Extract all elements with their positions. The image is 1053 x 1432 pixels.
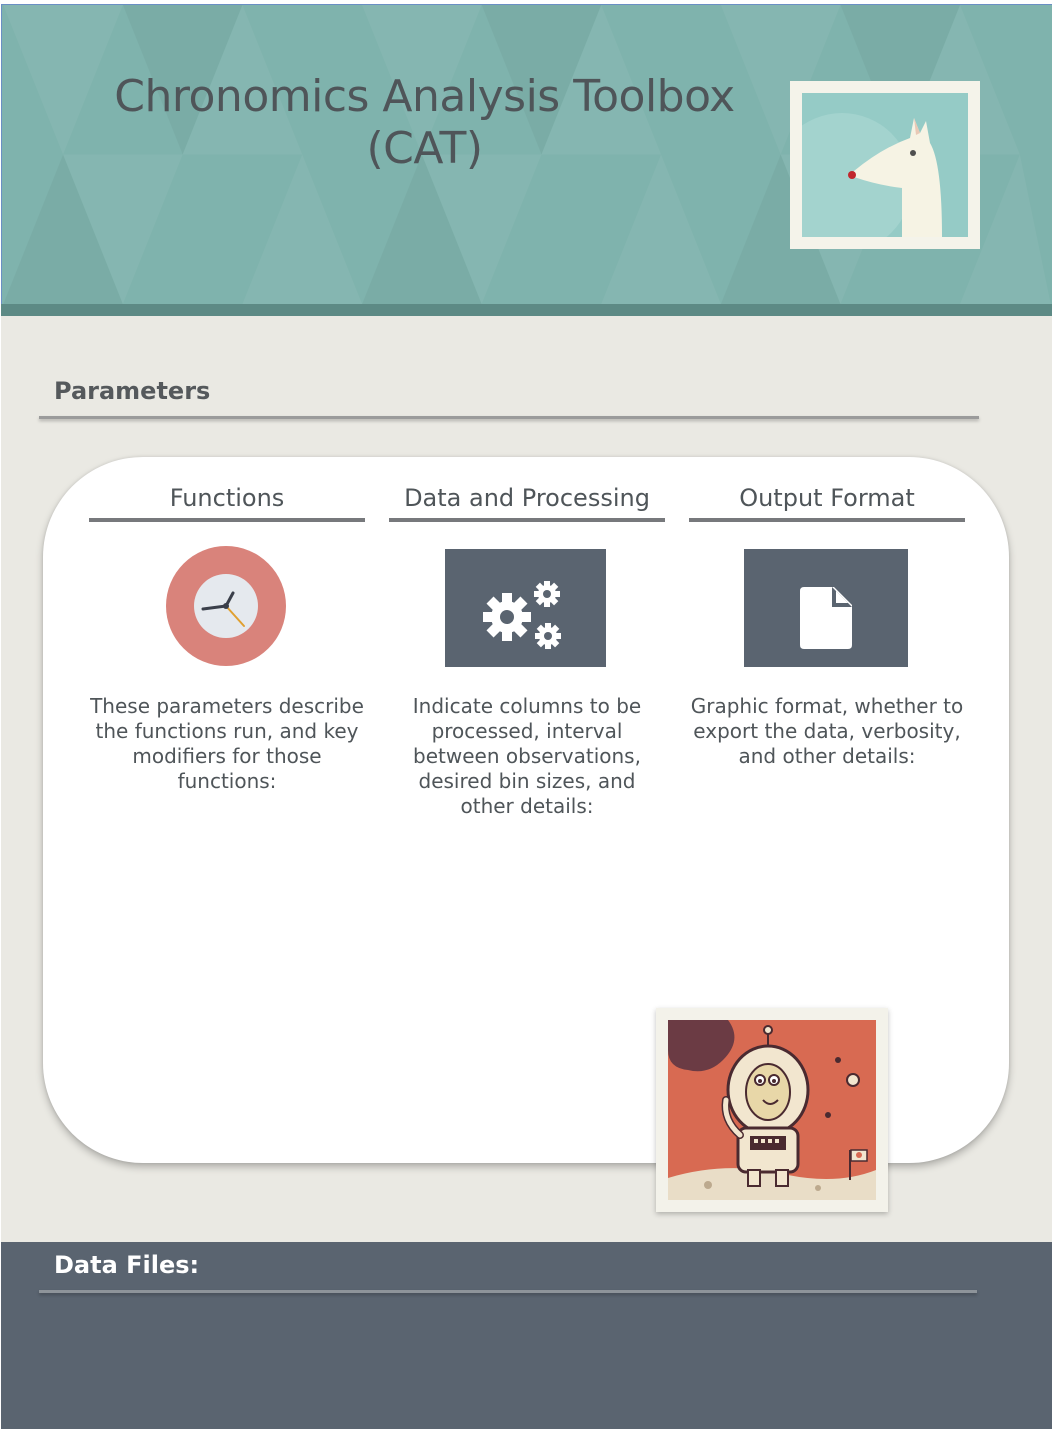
clock-icon [166, 546, 286, 670]
astronaut-illustration [668, 1020, 876, 1200]
header-band [1, 304, 1052, 316]
description-functions: These parameters describe the functions … [90, 694, 364, 793]
fox-logo-icon [802, 93, 968, 237]
logo-frame [790, 81, 980, 249]
data-files-title: Data Files: [54, 1251, 200, 1279]
column-functions: Functions [89, 482, 365, 522]
column-data-processing: Data and Processing [389, 482, 665, 522]
column-heading-functions: Functions [169, 484, 285, 512]
column-output-format: Output Format [689, 482, 965, 522]
column-heading-data-processing: Data and Processing [404, 484, 650, 512]
column-divider [89, 518, 365, 522]
illustration-frame [656, 1008, 888, 1212]
page-title: Chronomics Analysis Toolbox (CAT) [92, 71, 757, 175]
description-data-processing: Indicate columns to be processed, interv… [412, 694, 642, 818]
parameters-title: Parameters [54, 377, 211, 405]
page-frame: Chronomics Analysis Toolbox (CAT) Parame… [1, 4, 1052, 1429]
header: Chronomics Analysis Toolbox (CAT) [1, 4, 1052, 304]
parameters-divider [39, 416, 979, 419]
title-line-2: (CAT) [366, 123, 483, 174]
document-icon [744, 549, 908, 671]
description-output-format: Graphic format, whether to export the da… [690, 694, 964, 768]
column-divider [689, 518, 965, 522]
column-heading-output-format: Output Format [739, 484, 915, 512]
data-files-divider [39, 1290, 977, 1293]
gears-icon [445, 549, 606, 671]
title-line-1: Chronomics Analysis Toolbox [114, 71, 735, 122]
column-divider [389, 518, 665, 522]
